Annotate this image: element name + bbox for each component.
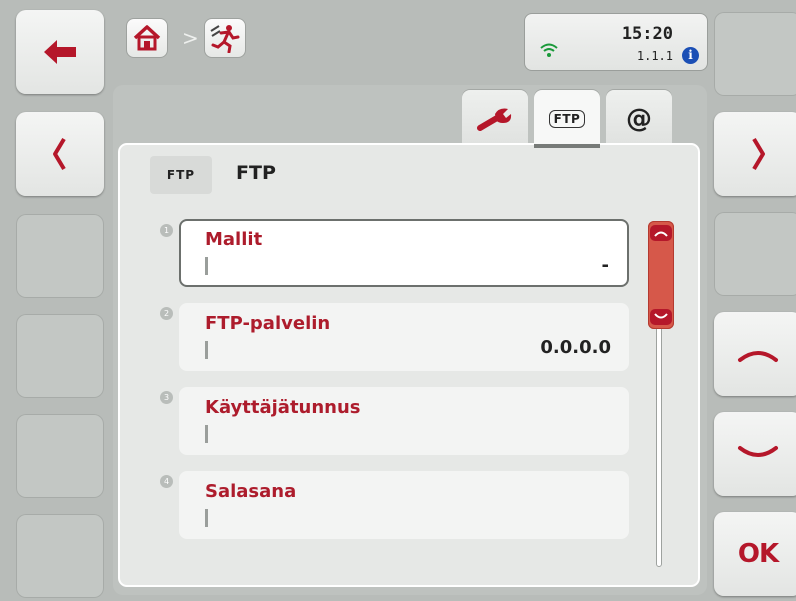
chevron-down-icon bbox=[738, 446, 778, 457]
item-label: Käyttäjätunnus bbox=[205, 397, 361, 418]
item-label: FTP-palvelin bbox=[205, 313, 331, 334]
status-box: 15:20 1.1.1 i bbox=[524, 13, 708, 71]
left-empty-slot-4 bbox=[16, 514, 104, 598]
chevron-left-icon bbox=[53, 137, 66, 171]
tab-settings[interactable] bbox=[462, 90, 528, 148]
next-button[interactable] bbox=[714, 112, 796, 196]
left-empty-slot-2 bbox=[16, 314, 104, 398]
chevron-down-icon bbox=[654, 313, 668, 319]
chevron-up-icon bbox=[738, 351, 778, 362]
scroll-thumb-bottom-cap bbox=[650, 309, 672, 325]
status-time: 15:20 bbox=[621, 24, 673, 44]
scroll-down-button[interactable] bbox=[714, 412, 796, 496]
item-cursor bbox=[205, 509, 208, 527]
chevron-right-icon bbox=[752, 137, 765, 171]
item-value: 0.0.0.0 bbox=[540, 337, 611, 358]
right-empty-slot-1 bbox=[714, 12, 796, 96]
list-item-mallit[interactable]: Mallit - bbox=[179, 219, 629, 287]
page-title: FTP bbox=[236, 162, 276, 184]
back-button[interactable] bbox=[16, 10, 104, 94]
tab-ftp-label: FTP bbox=[548, 110, 586, 128]
home-icon bbox=[133, 25, 161, 51]
item-index: 4 bbox=[160, 475, 173, 488]
item-index: 3 bbox=[160, 391, 173, 404]
ftp-content-panel: FTP FTP 1 Mallit - 2 FTP-palvelin 0.0.0.… bbox=[118, 143, 700, 587]
info-icon[interactable]: i bbox=[682, 47, 699, 64]
tab-email[interactable]: @ bbox=[606, 90, 672, 148]
list-item-password[interactable]: Salasana bbox=[179, 471, 629, 539]
wifi-icon bbox=[540, 43, 558, 57]
item-cursor bbox=[205, 425, 208, 443]
ftp-header-icon: FTP bbox=[150, 156, 212, 194]
item-label: Salasana bbox=[205, 481, 297, 502]
scroll-up-button[interactable] bbox=[714, 312, 796, 396]
scroll-thumb-top-cap bbox=[650, 225, 672, 241]
app-breadcrumb[interactable] bbox=[204, 18, 246, 58]
item-cursor bbox=[205, 341, 208, 359]
left-empty-slot-3 bbox=[16, 414, 104, 498]
item-index: 2 bbox=[160, 307, 173, 320]
at-icon: @ bbox=[626, 104, 652, 134]
left-empty-slot-1 bbox=[16, 214, 104, 298]
arrow-left-icon bbox=[44, 40, 76, 64]
ok-label: OK bbox=[737, 539, 779, 569]
chevron-up-icon bbox=[654, 231, 668, 237]
list-item-ftp-server[interactable]: FTP-palvelin 0.0.0.0 bbox=[179, 303, 629, 371]
wrench-icon bbox=[477, 108, 512, 131]
ok-button[interactable]: OK bbox=[714, 512, 796, 596]
breadcrumb-separator: > bbox=[182, 26, 199, 50]
ftp-settings-running-man-icon bbox=[210, 25, 240, 53]
home-breadcrumb[interactable] bbox=[126, 18, 168, 58]
tab-ftp[interactable]: FTP bbox=[534, 90, 600, 148]
item-value: - bbox=[601, 255, 609, 276]
scrollbar-thumb[interactable] bbox=[648, 221, 674, 329]
item-label: Mallit bbox=[205, 229, 263, 250]
status-version: 1.1.1 bbox=[636, 49, 673, 63]
previous-button[interactable] bbox=[16, 112, 104, 196]
right-empty-slot-2 bbox=[714, 212, 796, 296]
item-cursor bbox=[205, 257, 208, 275]
item-index: 1 bbox=[160, 224, 173, 237]
list-item-username[interactable]: Käyttäjätunnus bbox=[179, 387, 629, 455]
